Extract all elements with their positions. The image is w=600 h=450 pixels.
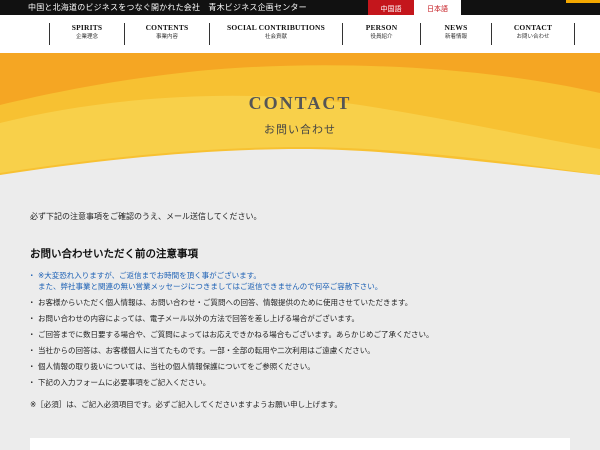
nav-label-en: SOCIAL CONTRIBUTIONS xyxy=(227,23,325,32)
list-item: ※大変恐れ入りますが、ご返信までお時間を頂く事がございます。 また、弊社事業と関… xyxy=(28,270,575,292)
top-bar: 中国と北海道のビジネスをつなぐ開かれた会社 青木ビジネス企画センター xyxy=(0,0,600,15)
hero-banner: CONTACT お問い合わせ xyxy=(0,53,600,175)
nav-item-person[interactable]: PERSON 役員紹介 xyxy=(342,23,420,45)
nav-label-jp: 企業理念 xyxy=(75,34,98,40)
nav-label-en: CONTACT xyxy=(513,23,553,32)
corner-accent xyxy=(566,0,600,3)
hero-wave-background xyxy=(0,53,600,175)
list-item: 個人情報の取り扱いについては、当社の個人情報保護についてをご参照ください。 xyxy=(28,361,575,372)
notice-list: ※大変恐れ入りますが、ご返信までお時間を頂く事がございます。 また、弊社事業と関… xyxy=(28,270,575,388)
nav-label-en: SPIRITS xyxy=(71,23,103,32)
list-item: お客様からいただく個人情報は、お問い合わせ・ご質問への回答、情報提供のために使用… xyxy=(28,297,575,308)
list-item: 下記の入力フォームに必要事項をご記入ください。 xyxy=(28,377,575,388)
nav-item-spirits[interactable]: SPIRITS 企業理念 xyxy=(49,23,124,45)
page-title: CONTACT xyxy=(248,93,352,113)
nav-item-social-contributions[interactable]: SOCIAL CONTRIBUTIONS 社会貢献 xyxy=(209,23,342,45)
nav-label-jp: 役員紹介 xyxy=(370,34,393,40)
nav-label-en: PERSON xyxy=(365,23,398,32)
page-subtitle: お問い合わせ xyxy=(264,123,336,136)
nav-label-en: CONTENTS xyxy=(145,23,189,32)
intro-text: 必ず下記の注意事項をご確認のうえ、メール送信してください。 xyxy=(30,212,262,221)
notice-sales-messages: また、弊社事業と関連の無い営業メッセージにつきましてはご返信できませんので何卒ご… xyxy=(38,282,383,291)
contact-form-panel xyxy=(30,438,570,450)
list-item: ご回答までに数日要する場合や、ご質問によってはお応えできかねる場合もございます。… xyxy=(28,329,575,340)
nav-item-contents[interactable]: CONTENTS 事業内容 xyxy=(124,23,209,45)
notice-heading: お問い合わせいただく前の注意事項 xyxy=(30,248,198,260)
nav-label-en: NEWS xyxy=(444,23,468,32)
main-navigation: SPIRITS 企業理念 CONTENTS 事業内容 SOCIAL CONTRI… xyxy=(0,15,600,53)
list-item: 当社からの回答は、お客様個人に当てたものです。一部・全部の転用や二次利用はご遠慮… xyxy=(28,345,575,356)
nav-item-news[interactable]: NEWS 新着情報 xyxy=(420,23,491,45)
nav-label-jp: お問い合わせ xyxy=(516,34,550,40)
site-tagline: 中国と北海道のビジネスをつなぐ開かれた会社 青木ビジネス企画センター xyxy=(28,3,307,12)
nav-label-jp: 新着情報 xyxy=(444,34,467,40)
list-item: お問い合わせの内容によっては、電子メール以外の方法で回答を差し上げる場合がござい… xyxy=(28,313,575,324)
required-field-note: ※［必須］は、ご記入必須項目です。必ずご記入してくださいますようお願い申し上げま… xyxy=(30,400,342,409)
notice-reply-delay: ※大変恐れ入りますが、ご返信までお時間を頂く事がございます。 xyxy=(38,271,261,280)
nav-item-contact[interactable]: CONTACT お問い合わせ xyxy=(491,23,575,45)
nav-label-jp: 社会貢献 xyxy=(264,34,287,40)
nav-label-jp: 事業内容 xyxy=(155,34,178,40)
